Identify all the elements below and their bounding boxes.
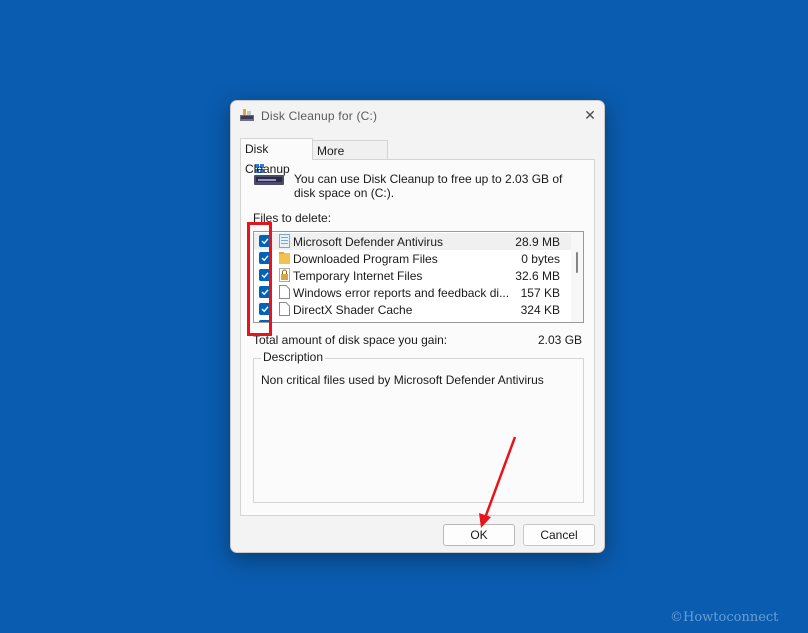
arrow-annotation-icon [479,436,517,528]
watermark: ©Howtoconnect [670,610,779,625]
tab-disk-cleanup[interactable]: Disk Cleanup [240,138,313,176]
